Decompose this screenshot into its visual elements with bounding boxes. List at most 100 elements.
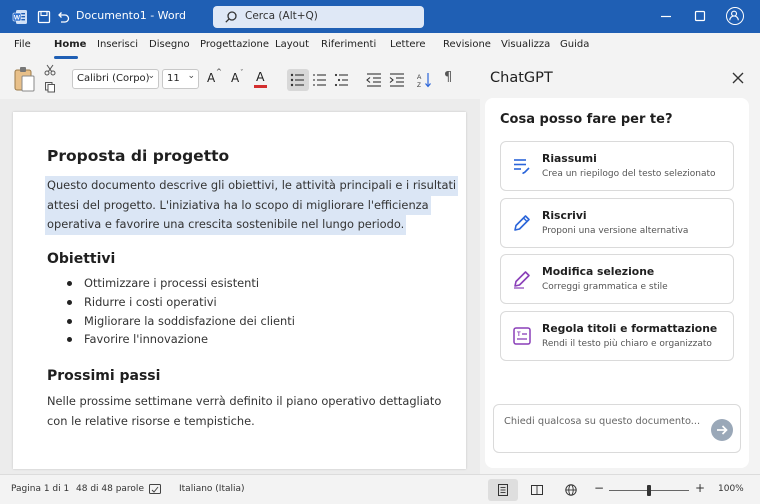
cut-icon[interactable] (44, 64, 56, 76)
numbered-list-icon[interactable] (311, 71, 329, 89)
page-count[interactable]: Pagina 1 di 1 (11, 484, 69, 494)
title-bar: W Documento1 - Word Cerca (Alt+Q) (0, 0, 760, 33)
panel-question: Cosa posso fare per te? (500, 112, 673, 127)
zoom-in-button[interactable]: + (695, 481, 705, 495)
svg-text:T: T (517, 332, 521, 338)
tab-revisione[interactable]: Revisione (443, 39, 491, 50)
action-subtitle: Correggi grammatica e stile (542, 282, 668, 292)
summary-lines-icon (514, 159, 530, 175)
tab-lettere[interactable]: Lettere (390, 39, 426, 50)
tab-layout[interactable]: Layout (275, 39, 309, 50)
format-heading-icon: T (513, 327, 531, 345)
zoom-slider-thumb[interactable] (647, 485, 651, 496)
document-title: Documento1 - Word (76, 9, 186, 22)
grow-font-button[interactable]: A (207, 71, 215, 85)
list-item: Ridurre i costi operativi (84, 295, 217, 309)
next-steps-paragraph: Nelle prossime settimane verrà definito … (47, 392, 441, 431)
chat-input[interactable]: Chiedi qualcosa su questo documento... (493, 404, 741, 453)
font-size-value: 11 (167, 73, 180, 84)
chat-input-placeholder: Chiedi qualcosa su questo documento... (504, 416, 701, 427)
send-arrow-icon (717, 425, 728, 435)
shrink-font-arrow-icon: ˇ (240, 69, 244, 77)
sort-icon[interactable]: A Z (416, 71, 434, 89)
list-item: Migliorare la soddisfazione dei clienti (84, 314, 295, 328)
status-bar: Pagina 1 di 1 48 di 48 parole Italiano (… (0, 474, 760, 504)
paragraph-line: con le relative risorse e tempistiche. (47, 413, 255, 428)
selected-text-line: attesi del progetto. L'iniziativa ha lo … (45, 195, 431, 215)
tab-inserisci[interactable]: Inserisci (97, 39, 138, 50)
action-title: Regola titoli e formattazione (542, 322, 718, 335)
ribbon-tabs: File Home Inserisci Disegno Progettazion… (0, 33, 760, 59)
font-size-select[interactable]: 11 ⌄ (162, 69, 199, 89)
minimize-icon[interactable] (658, 8, 674, 24)
tab-home[interactable]: Home (54, 39, 86, 50)
language-indicator[interactable]: Italiano (Italia) (179, 484, 245, 494)
tab-guida[interactable]: Guida (560, 39, 589, 50)
bullet-dot (67, 337, 72, 342)
paste-icon[interactable] (12, 65, 36, 93)
font-color-swatch (254, 85, 267, 88)
paragraph-line: Nelle prossime settimane verrà definito … (47, 394, 442, 408)
list-item: Favorire l'innovazione (84, 332, 209, 346)
panel-content: Cosa posso fare per te? Riassumi Crea un… (485, 98, 749, 468)
bullet-dot (67, 281, 72, 286)
print-layout-icon[interactable] (496, 483, 510, 497)
intro-paragraph[interactable]: Questo documento descrive gli obiettivi,… (45, 176, 459, 235)
section-heading-obiettivi: Obiettivi (47, 251, 116, 267)
action-regola-titoli-button[interactable]: T Regola titoli e formattazione Rendi il… (500, 311, 734, 361)
font-name-select[interactable]: Calibri (Corpo) ⌄ (72, 69, 159, 89)
proofing-icon[interactable] (148, 483, 162, 497)
grow-font-arrow-icon: ^ (216, 68, 222, 76)
increase-indent-icon[interactable] (388, 71, 406, 89)
tab-visualizza[interactable]: Visualizza (501, 39, 550, 50)
close-icon[interactable] (731, 71, 745, 85)
chevron-down-icon: ⌄ (187, 71, 195, 81)
show-formatting-button[interactable]: ¶ (444, 70, 452, 85)
read-mode-icon[interactable] (530, 483, 544, 497)
search-placeholder: Cerca (Alt+Q) (245, 10, 318, 22)
bullet-list-icon[interactable] (289, 71, 307, 89)
word-app-icon[interactable]: W (12, 9, 28, 25)
document-title-heading: Proposta di progetto (47, 147, 230, 165)
pencil-icon (514, 215, 530, 231)
action-title: Riassumi (542, 152, 597, 165)
selected-text-line: Questo documento descrive gli obiettivi,… (45, 176, 459, 196)
svg-text:Z: Z (417, 82, 421, 89)
zoom-out-button[interactable]: − (594, 481, 604, 495)
action-riassumi-button[interactable]: Riassumi Crea un riepilogo del testo sel… (500, 141, 734, 191)
search-box[interactable]: Cerca (Alt+Q) (213, 6, 424, 28)
send-button[interactable] (711, 419, 733, 441)
action-title: Riscrivi (542, 209, 587, 222)
search-icon (225, 11, 237, 23)
undo-icon[interactable] (55, 9, 71, 25)
action-modifica-selezione-button[interactable]: Modifica selezione Correggi grammatica e… (500, 254, 734, 304)
list-item: Ottimizzare i processi esistenti (84, 276, 260, 290)
copy-icon[interactable] (44, 81, 56, 93)
shrink-font-button[interactable]: A (231, 71, 239, 85)
selected-text-line: operativa e favorire una crescita sosten… (45, 215, 407, 235)
maximize-icon[interactable] (692, 8, 708, 24)
svg-text:W: W (14, 15, 21, 22)
zoom-level[interactable]: 100% (718, 484, 744, 494)
word-count[interactable]: 48 di 48 parole (76, 484, 144, 494)
action-riscrivi-button[interactable]: Riscrivi Proponi una versione alternativ… (500, 198, 734, 248)
account-avatar-icon[interactable] (726, 7, 744, 25)
save-icon[interactable] (36, 9, 52, 25)
bullet-dot (67, 319, 72, 324)
web-layout-icon[interactable] (564, 483, 578, 497)
decrease-indent-icon[interactable] (365, 71, 383, 89)
svg-text:A: A (417, 74, 422, 81)
panel-title: ChatGPT (490, 70, 553, 86)
document-canvas: Proposta di progetto Questo documento de… (0, 99, 480, 474)
font-color-button[interactable]: A (256, 69, 265, 84)
document-page[interactable]: Proposta di progetto Questo documento de… (13, 112, 466, 469)
action-subtitle: Rendi il testo più chiaro e organizzato (542, 339, 712, 349)
tab-file[interactable]: File (14, 39, 31, 50)
tab-riferimenti[interactable]: Riferimenti (321, 39, 376, 50)
chatgpt-panel: ChatGPT Cosa posso fare per te? Riassumi… (480, 59, 760, 474)
tab-disegno[interactable]: Disegno (149, 39, 190, 50)
tab-progettazione[interactable]: Progettazione (200, 39, 269, 50)
multilevel-list-icon[interactable] (333, 71, 351, 89)
chevron-down-icon: ⌄ (147, 71, 155, 81)
ribbon-toolbar: Calibri (Corpo) ⌄ 11 ⌄ A ^ A ˇ A A Z ¶ (0, 59, 480, 99)
